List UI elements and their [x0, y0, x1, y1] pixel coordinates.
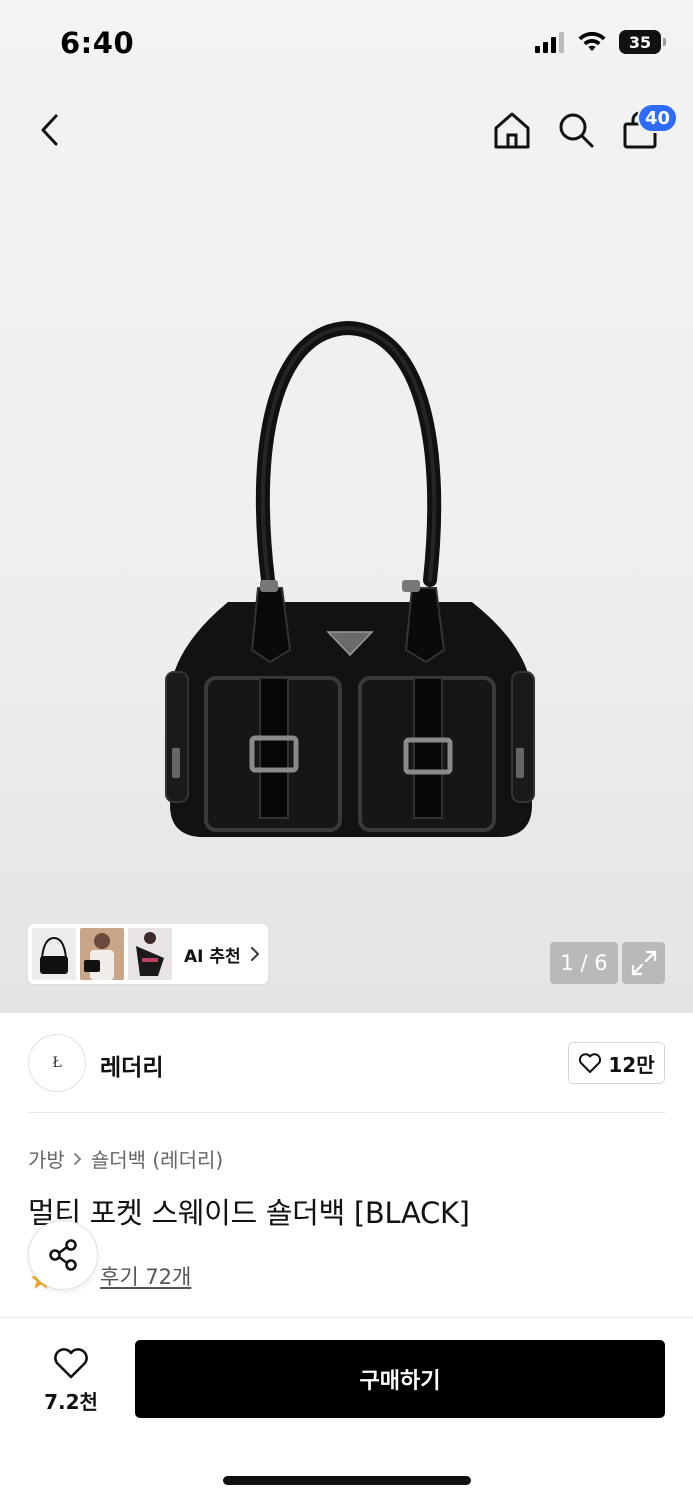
- expand-button[interactable]: [622, 942, 665, 984]
- home-button[interactable]: [488, 100, 536, 160]
- wishlist-count: 7.2천: [44, 1389, 98, 1414]
- status-bar: 6:40 35: [0, 0, 693, 90]
- product-gallery[interactable]: 6:40 35 40 AI 추천 1 / 6: [0, 0, 693, 1013]
- brand-name[interactable]: 레더리: [100, 1048, 163, 1082]
- breadcrumb-item-subcategory[interactable]: 숄더백 (레더리): [91, 1144, 223, 1173]
- brand-like-count: 12만: [608, 1052, 655, 1077]
- status-time: 6:40: [60, 26, 135, 60]
- brand-logo[interactable]: Ł: [28, 1034, 86, 1092]
- battery-indicator: 35: [619, 30, 666, 54]
- wifi-icon: [578, 31, 606, 51]
- ai-recommend-card[interactable]: AI 추천: [28, 924, 268, 984]
- chevron-right-icon: [250, 947, 260, 961]
- review-link[interactable]: 후기 72개: [100, 1261, 191, 1291]
- image-page-counter: 1 / 6: [550, 942, 618, 984]
- top-nav: [0, 100, 693, 164]
- breadcrumb: 가방 숄더백 (레더리): [28, 1144, 223, 1173]
- ai-recommend-label: AI 추천: [184, 946, 241, 967]
- brand-row: Ł 레더리 12만: [28, 1034, 665, 1092]
- ai-thumb-1: [32, 928, 76, 980]
- brand-like-button[interactable]: 12만: [568, 1042, 665, 1084]
- back-button[interactable]: [26, 100, 74, 160]
- product-image[interactable]: [140, 310, 560, 870]
- chevron-left-icon: [41, 114, 58, 146]
- breadcrumb-item-category[interactable]: 가방: [28, 1144, 65, 1173]
- buy-button[interactable]: 구매하기: [135, 1340, 665, 1418]
- product-title: 멀티 포켓 스웨이드 숄더백 [BLACK]: [28, 1196, 470, 1230]
- cart-count-badge: 40: [637, 103, 679, 133]
- home-indicator[interactable]: [223, 1476, 471, 1485]
- share-button[interactable]: [28, 1220, 98, 1290]
- search-icon: [559, 113, 594, 148]
- divider: [28, 1112, 665, 1113]
- search-button[interactable]: [552, 100, 600, 160]
- signal-icon: [535, 32, 564, 53]
- expand-icon: [631, 950, 656, 976]
- brand-logo-mark: Ł: [52, 1055, 62, 1071]
- ai-thumb-3: [128, 928, 172, 980]
- status-icons: 35: [535, 30, 666, 54]
- home-icon: [494, 112, 530, 149]
- heart-icon: [54, 1347, 88, 1378]
- chevron-right-icon: [73, 1152, 82, 1165]
- ai-thumb-2: [80, 928, 124, 980]
- wishlist-button[interactable]: 7.2천: [30, 1342, 112, 1418]
- heart-icon: [579, 1053, 602, 1073]
- share-icon: [49, 1239, 77, 1271]
